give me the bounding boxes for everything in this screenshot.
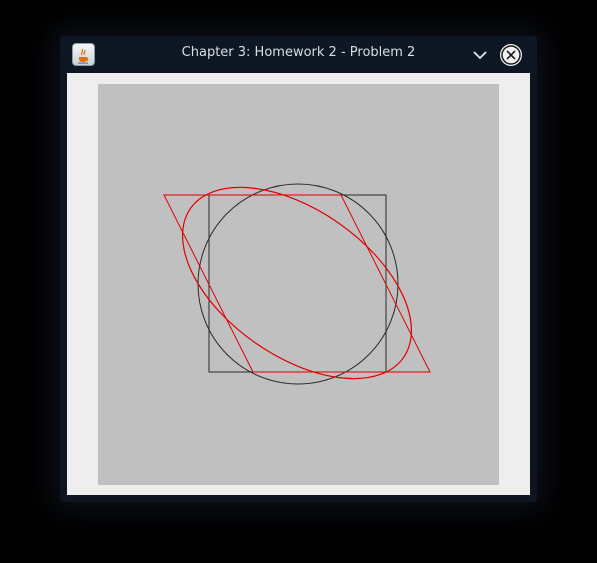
content-panel [67,73,530,495]
close-icon [501,45,521,65]
sheared-parallelogram [163,194,431,373]
original-square [208,194,387,373]
sheared-ellipse [181,186,413,380]
java-coffee-cup-icon[interactable] [72,43,95,66]
chevron-down-icon[interactable] [472,47,488,63]
app-window: Chapter 3: Homework 2 - Problem 2 [60,36,537,502]
drawing-canvas [98,84,499,485]
window-title: Chapter 3: Homework 2 - Problem 2 [181,45,416,60]
original-circle [197,183,399,385]
title-bar[interactable]: Chapter 3: Homework 2 - Problem 2 [60,36,537,73]
close-button[interactable] [500,44,522,66]
